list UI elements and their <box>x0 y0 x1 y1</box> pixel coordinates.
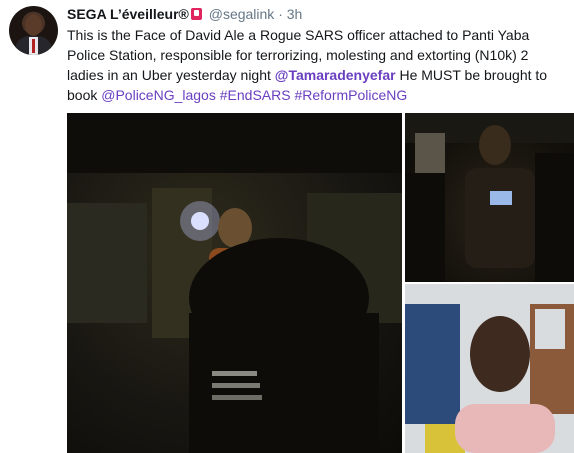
hashtag-endsars[interactable]: #EndSARS <box>220 87 291 103</box>
photo-tr-scene <box>405 113 574 282</box>
separator-dot: · <box>278 6 283 22</box>
author-avatar[interactable] <box>9 6 58 55</box>
photo-officer-in-car[interactable] <box>67 113 402 453</box>
photo-officer-selfie[interactable] <box>405 284 574 453</box>
author-handle[interactable]: @segalink <box>209 6 275 22</box>
photo-br-scene <box>405 284 574 453</box>
tweet-timestamp[interactable]: 3h <box>287 6 303 22</box>
avatar-face <box>25 14 42 36</box>
tweet-body: This is the Face of David Ale a Rogue SA… <box>67 25 567 105</box>
author-name[interactable]: SEGA L’éveilleur® <box>67 6 189 22</box>
tweet-media-grid <box>67 113 574 453</box>
mention-link[interactable]: @Tamaradenyefar <box>275 67 396 83</box>
avatar-tie <box>32 39 35 53</box>
tweet-header: SEGA L’éveilleur® @segalink · 3h <box>67 6 302 23</box>
hashtag-reformpoliceng[interactable]: #ReformPoliceNG <box>294 87 407 103</box>
photo-main-scene <box>67 113 402 453</box>
photo-officer-with-phone[interactable] <box>405 113 574 282</box>
mention-link-police[interactable]: @PoliceNG_lagos <box>101 87 216 103</box>
red-badge-icon <box>190 8 202 20</box>
